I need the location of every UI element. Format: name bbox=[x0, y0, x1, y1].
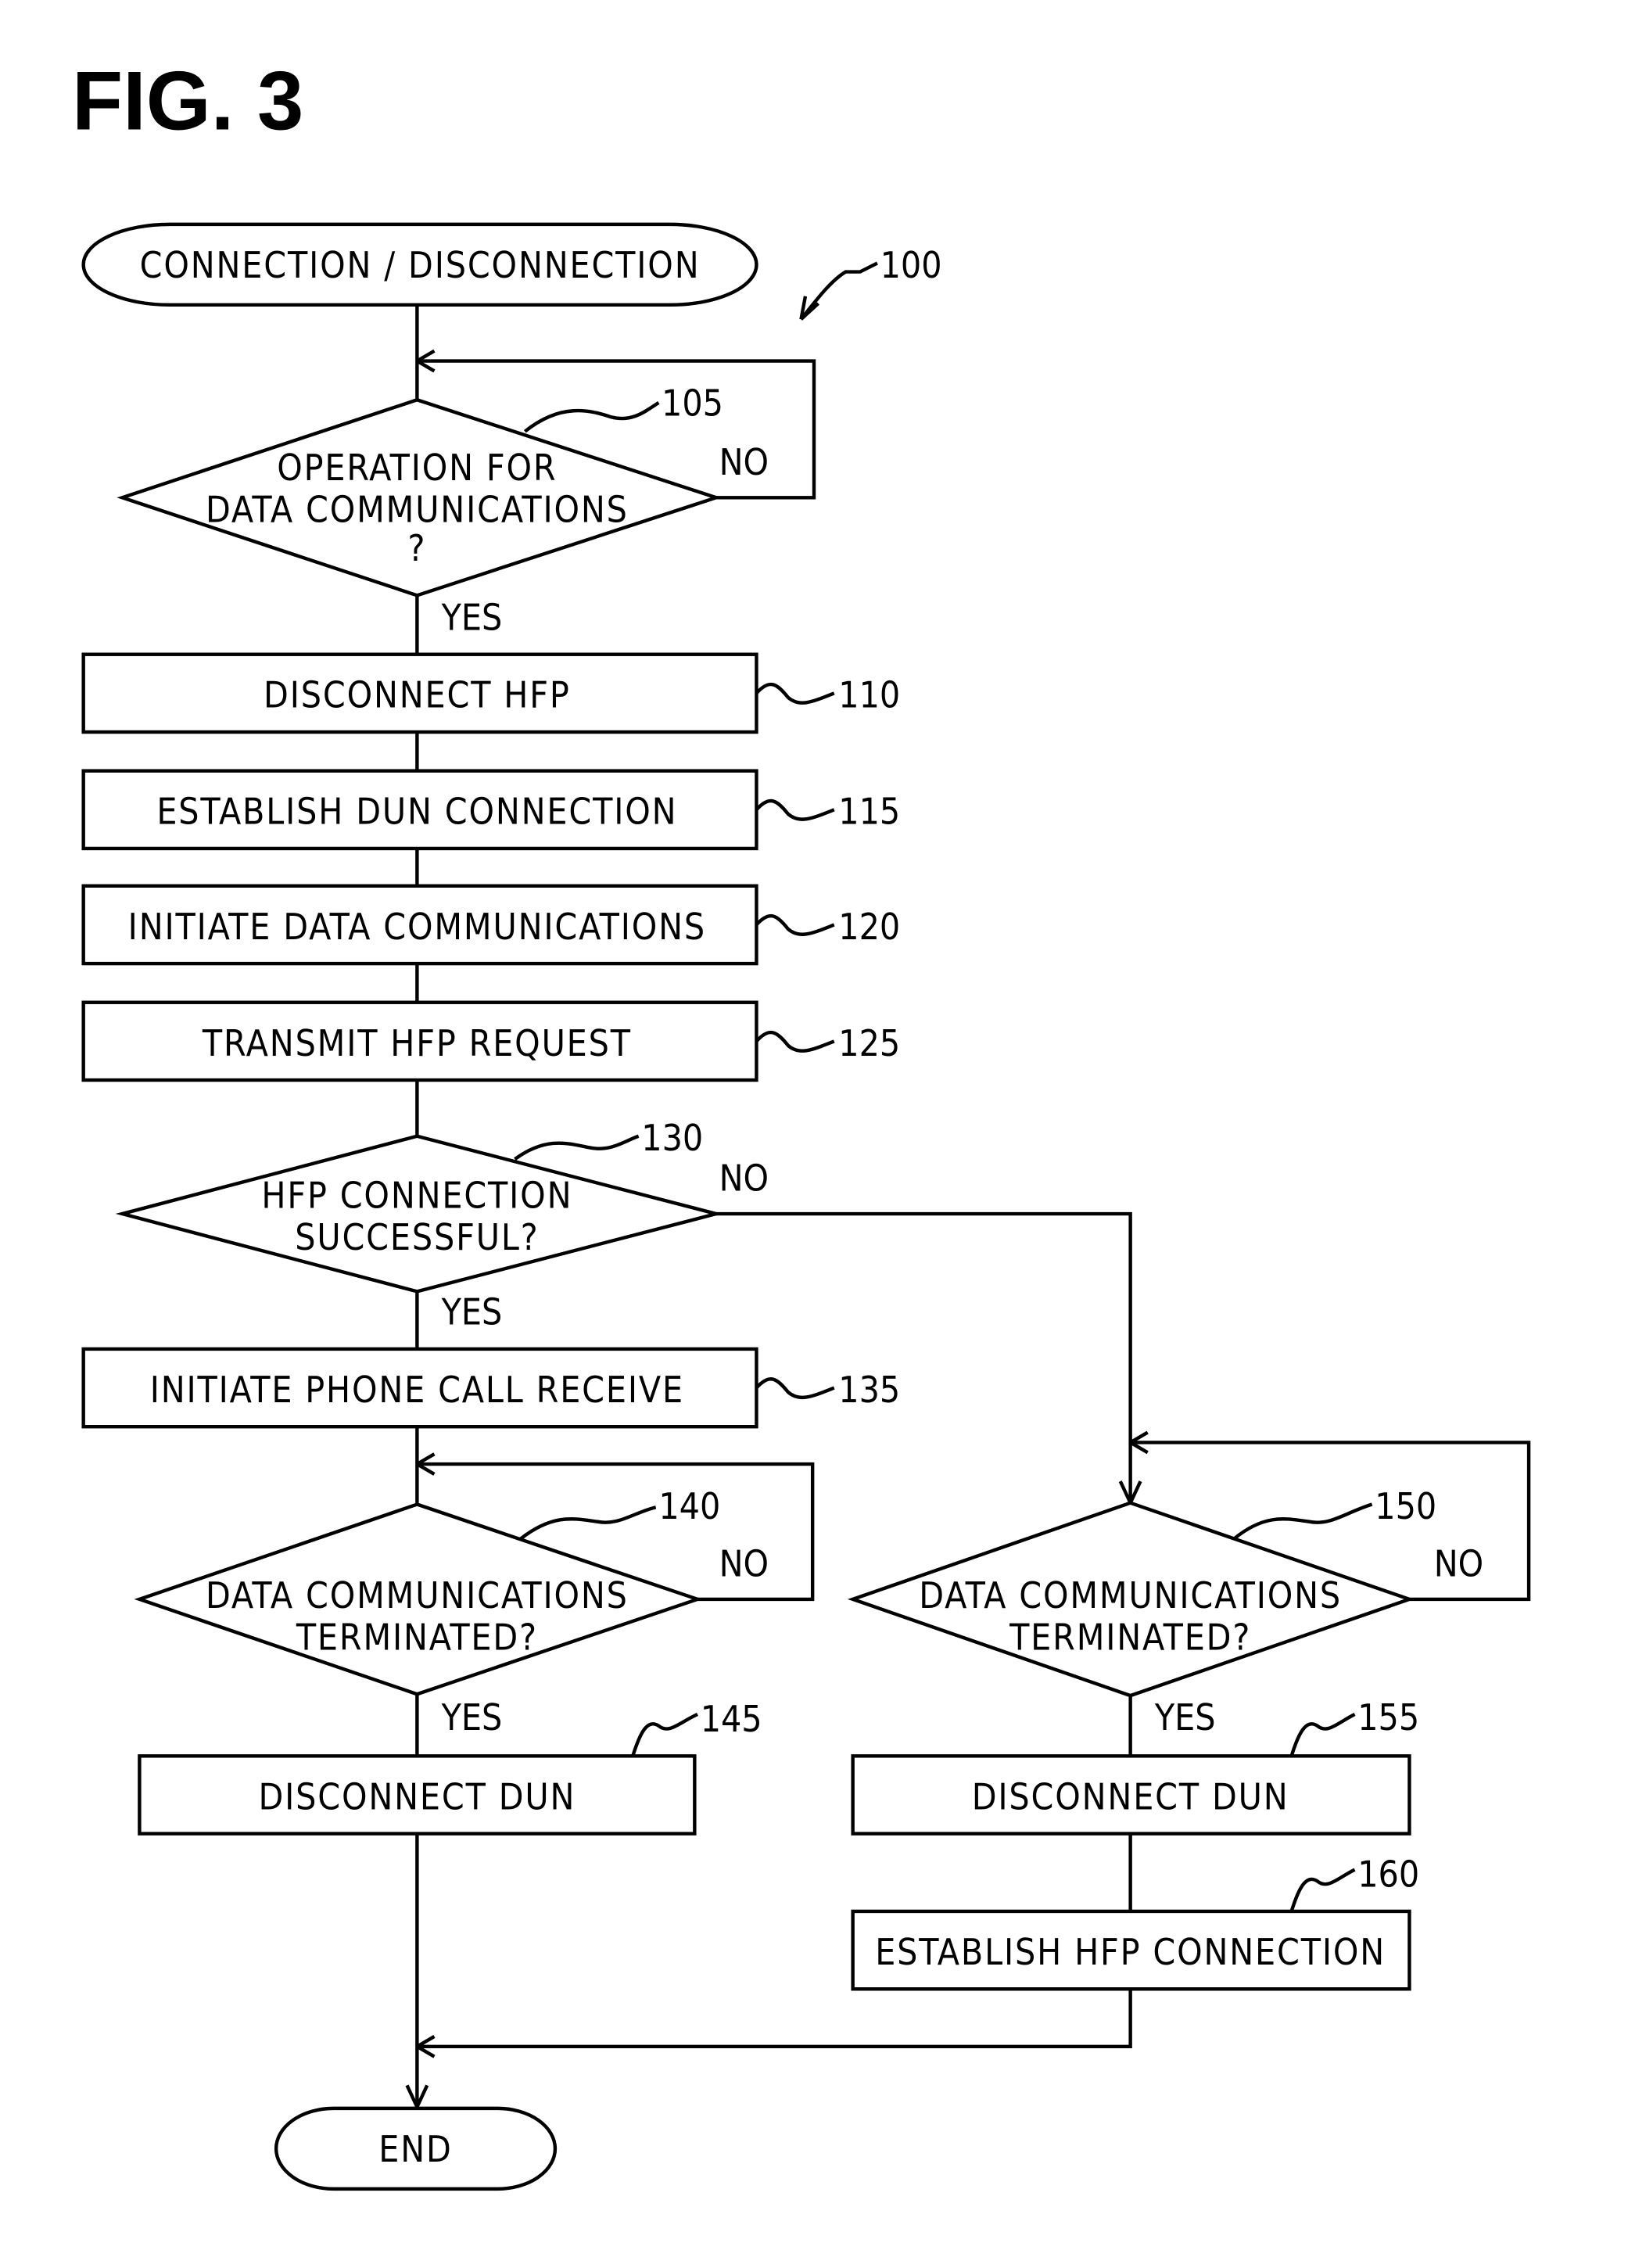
decision-105-line1: OPERATION FOR bbox=[277, 447, 557, 489]
decision-140-line1: DATA COMMUNICATIONS bbox=[206, 1574, 629, 1617]
decision-140-yes: YES bbox=[441, 1696, 503, 1739]
decision-130-line2: SUCCESSFUL? bbox=[295, 1216, 539, 1258]
reference-leader-160 bbox=[1289, 1868, 1356, 1912]
reference-155: 155 bbox=[1357, 1696, 1419, 1739]
reference-leader-155 bbox=[1289, 1713, 1356, 1757]
decision-130-no: NO bbox=[719, 1157, 769, 1200]
decision-130-yes: YES bbox=[441, 1291, 503, 1333]
step-135-label: INITIATE PHONE CALL RECEIVE bbox=[150, 1369, 684, 1411]
end-label: END bbox=[378, 2128, 452, 2170]
decision-150-no: NO bbox=[1434, 1542, 1483, 1584]
decision-105-yes: YES bbox=[441, 596, 503, 638]
decision-150-line2: TERMINATED? bbox=[1009, 1616, 1251, 1658]
step-145-label: DISCONNECT DUN bbox=[258, 1775, 576, 1818]
reference-leader-110 bbox=[755, 682, 835, 705]
decision-105-line3: ? bbox=[407, 527, 426, 569]
reference-leader-150 bbox=[1232, 1502, 1373, 1541]
step-160-label: ESTABLISH HFP CONNECTION bbox=[875, 1931, 1386, 1973]
decision-140-line2: TERMINATED? bbox=[296, 1616, 538, 1658]
reference-115: 115 bbox=[838, 791, 900, 833]
decision-130-line1: HFP CONNECTION bbox=[261, 1175, 572, 1217]
reference-110: 110 bbox=[838, 674, 900, 716]
step-155-label: DISCONNECT DUN bbox=[972, 1775, 1289, 1818]
reference-leader-115 bbox=[755, 798, 835, 821]
flowchart: FIG. 3 100 CONNECTION / DISCONNECTION 10… bbox=[72, 54, 1531, 2191]
reference-105: 105 bbox=[662, 382, 723, 424]
reference-leader-135 bbox=[755, 1377, 835, 1400]
reference-leader-140 bbox=[519, 1505, 657, 1541]
decision-150-yes: YES bbox=[1154, 1696, 1216, 1739]
reference-120: 120 bbox=[838, 906, 900, 948]
reference-100: 100 bbox=[880, 244, 942, 286]
decision-105-no: NO bbox=[719, 441, 769, 483]
reference-leader-105 bbox=[523, 401, 660, 433]
reference-leader-130 bbox=[514, 1134, 640, 1161]
reference-leader-125 bbox=[755, 1030, 835, 1053]
decision-105-line2: DATA COMMUNICATIONS bbox=[206, 489, 629, 531]
reference-160: 160 bbox=[1357, 1854, 1419, 1896]
decision-140-no: NO bbox=[719, 1542, 769, 1584]
step-125-label: TRANSMIT HFP REQUEST bbox=[202, 1022, 632, 1064]
reference-leader-120 bbox=[755, 914, 835, 936]
start-label: CONNECTION / DISCONNECTION bbox=[140, 244, 701, 286]
step-115-label: ESTABLISH DUN CONNECTION bbox=[156, 791, 677, 833]
reference-140: 140 bbox=[658, 1485, 720, 1527]
figure-title: FIG. 3 bbox=[72, 54, 303, 148]
reference-145: 145 bbox=[701, 1698, 762, 1740]
reference-135: 135 bbox=[838, 1369, 900, 1411]
step-120-label: INITIATE DATA COMMUNICATIONS bbox=[128, 906, 706, 948]
reference-130: 130 bbox=[641, 1117, 703, 1159]
step-110-label: DISCONNECT HFP bbox=[264, 674, 571, 716]
reference-leader-145 bbox=[631, 1713, 698, 1757]
reference-150: 150 bbox=[1375, 1485, 1436, 1527]
connector-160-end bbox=[417, 1989, 1132, 2049]
reference-125: 125 bbox=[838, 1022, 900, 1064]
connector-130-no bbox=[715, 1211, 1132, 1503]
decision-150-line1: DATA COMMUNICATIONS bbox=[919, 1574, 1342, 1617]
